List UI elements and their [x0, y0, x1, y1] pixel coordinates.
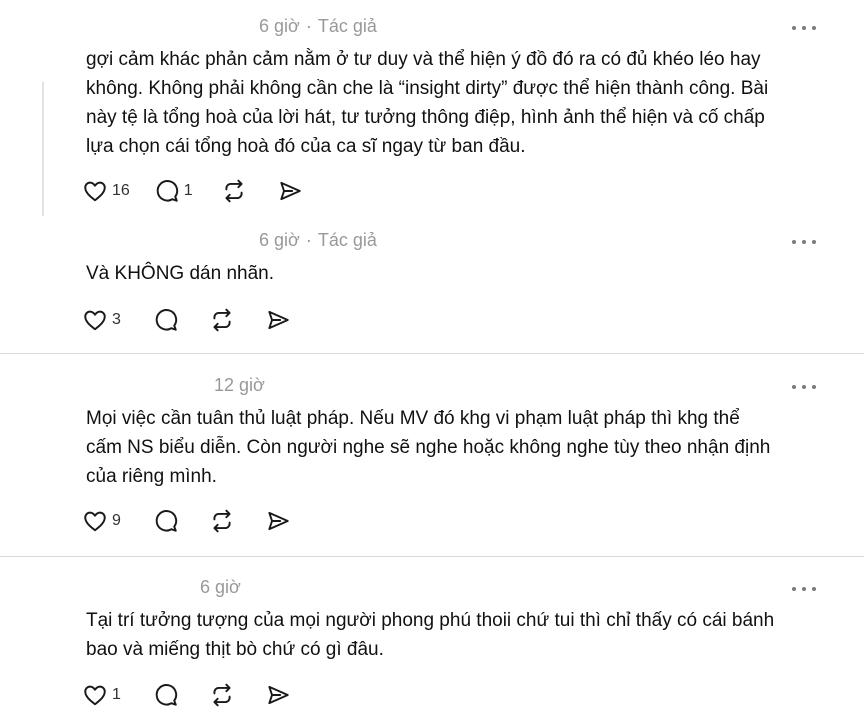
comment-divider: [0, 353, 864, 354]
repost-icon: [213, 308, 231, 332]
timestamp: 6 giờ: [259, 230, 300, 250]
reply-button[interactable]: [153, 682, 179, 708]
like-button[interactable]: 16: [82, 178, 130, 204]
timestamp: 12 giờ: [214, 375, 265, 395]
text-line: không. Không phải không cần che là “insi…: [86, 78, 769, 99]
text-line: Và KHÔNG dán nhãn.: [86, 263, 274, 284]
like-count: 9: [112, 512, 121, 529]
more-options-button[interactable]: [792, 383, 816, 391]
text-line: của riêng mình.: [86, 466, 217, 487]
action-bar: 16 1: [82, 178, 303, 204]
comment-text: Mọi việc cần tuân thủ luật pháp. Nếu MV …: [86, 404, 826, 491]
timestamp: 6 giờ: [259, 16, 300, 36]
repost-icon: [213, 509, 231, 533]
comment-meta: 6 giờ · Tác giả: [259, 230, 377, 251]
timestamp: 6 giờ: [200, 577, 241, 597]
comment-divider: [0, 556, 864, 557]
send-icon: [268, 685, 289, 705]
author-badge[interactable]: Tác giả: [318, 230, 377, 250]
send-icon: [280, 181, 301, 201]
thread-connector-line: [42, 82, 44, 216]
like-count: 3: [112, 311, 121, 328]
heart-icon: [84, 685, 106, 706]
comment-text: Tại trí tưởng tượng của mọi người phong …: [86, 606, 826, 664]
more-options-button[interactable]: [792, 238, 816, 246]
comment-meta: 12 giờ: [214, 375, 265, 396]
like-button[interactable]: 9: [82, 508, 121, 534]
share-button[interactable]: [265, 508, 291, 534]
repost-button[interactable]: [209, 682, 235, 708]
comment-bubble-icon: [155, 510, 177, 532]
text-line: cấm NS biểu diễn. Còn người nghe sẽ nghe…: [86, 437, 771, 458]
repost-button[interactable]: [209, 508, 235, 534]
comment-text: gợi cảm khác phản cảm nằm ở tư duy và th…: [86, 45, 826, 161]
comment-bubble-icon: [156, 180, 178, 202]
reply-button[interactable]: 1: [154, 178, 193, 204]
like-count: 1: [112, 686, 121, 703]
more-options-button[interactable]: [792, 585, 816, 593]
like-button[interactable]: 1: [82, 682, 121, 708]
repost-button[interactable]: [209, 307, 235, 333]
separator-dot: ·: [305, 230, 312, 250]
comment-text: Và KHÔNG dán nhãn.: [86, 259, 826, 288]
action-bar: 1: [82, 682, 291, 708]
more-options-button[interactable]: [792, 24, 816, 32]
send-icon: [268, 511, 289, 531]
repost-button[interactable]: [221, 178, 247, 204]
reply-button[interactable]: [153, 508, 179, 534]
heart-icon: [84, 511, 106, 532]
action-bar: 3: [82, 307, 291, 333]
reply-count: 1: [183, 182, 193, 199]
share-button[interactable]: [277, 178, 303, 204]
comment-bubble-icon: [155, 684, 177, 706]
share-button[interactable]: [265, 682, 291, 708]
text-line: gợi cảm khác phản cảm nằm ở tư duy và th…: [86, 49, 761, 70]
heart-icon: [84, 181, 106, 202]
send-icon: [268, 310, 289, 330]
action-bar: 9: [82, 508, 291, 534]
comment-meta: 6 giờ: [200, 577, 241, 598]
comment-bubble-icon: [155, 309, 177, 331]
text-line: Tại trí tưởng tượng của mọi người phong …: [86, 610, 775, 631]
repost-icon: [213, 683, 231, 707]
repost-icon: [225, 179, 243, 203]
text-line: bao và miếng thịt bò chứ có gì đâu.: [86, 639, 384, 660]
comment-meta: 6 giờ · Tác giả: [259, 16, 377, 37]
separator-dot: ·: [305, 16, 312, 36]
author-badge[interactable]: Tác giả: [318, 16, 377, 36]
share-button[interactable]: [265, 307, 291, 333]
text-line: lựa chọn cái tổng hoà đó của ca sĩ ngay …: [86, 136, 526, 157]
text-line: này tệ là tổng hoà của lời hát, tư tưởng…: [86, 107, 765, 128]
heart-icon: [84, 310, 106, 331]
text-line: Mọi việc cần tuân thủ luật pháp. Nếu MV …: [86, 408, 740, 429]
like-count: 16: [112, 182, 130, 199]
reply-button[interactable]: [153, 307, 179, 333]
like-button[interactable]: 3: [82, 307, 121, 333]
